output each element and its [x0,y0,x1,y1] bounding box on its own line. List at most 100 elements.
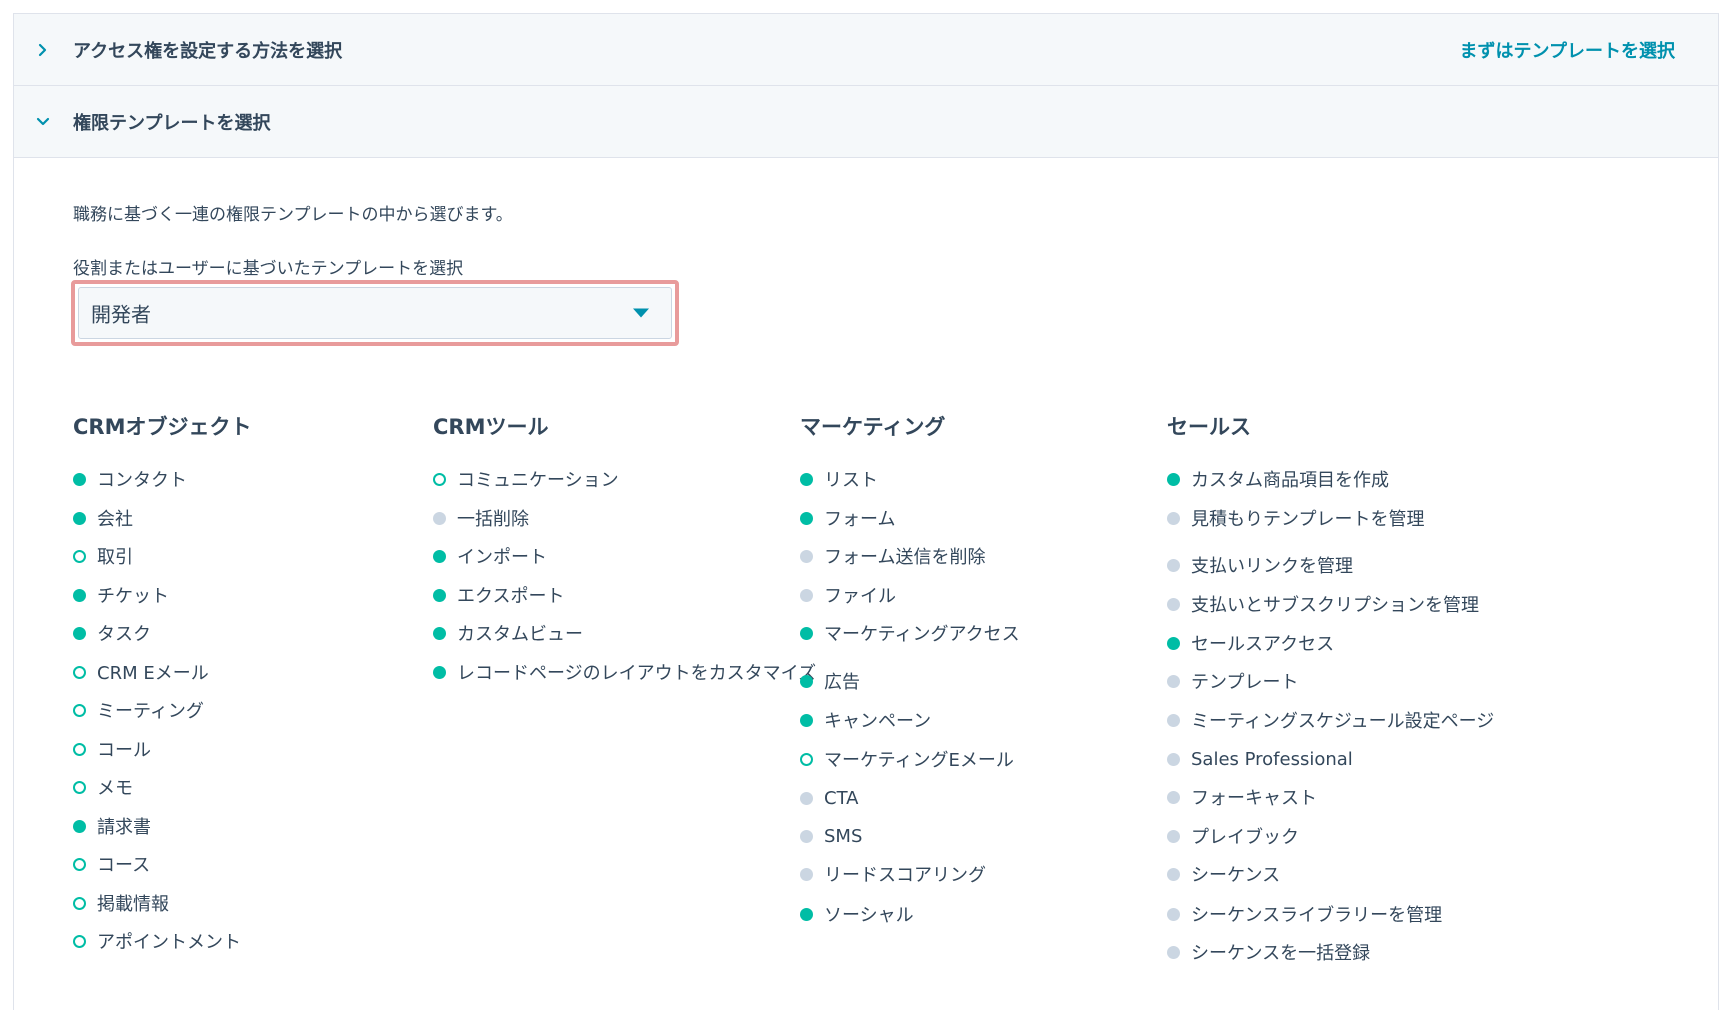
permission-item: 掲載情報 [73,891,169,915]
accordion-title: 権限テンプレートを選択 [73,112,271,134]
partial-access-dot-icon [73,665,86,679]
permission-label: Sales Professional [1191,748,1353,770]
permission-label: 広告 [824,672,860,693]
none-access-dot-icon [800,791,813,805]
none-access-dot-icon [1167,790,1180,804]
permission-label: シーケンスを一括登録 [1191,943,1371,964]
permission-label: CTA [824,787,859,809]
permission-item: コンタクト [73,467,187,491]
permission-item: エクスポート [433,583,564,607]
permission-label: ミーティング [97,701,204,722]
permission-item: テンプレート [1167,669,1298,693]
full-access-dot-icon [800,626,813,640]
partial-access-dot-icon [73,896,86,910]
permission-label: インポート [457,547,547,568]
full-access-dot-icon [1167,636,1180,650]
permission-item: ソーシャル [800,902,914,926]
full-access-dot-icon [800,907,813,921]
permission-label: CRM Eメール [97,663,209,684]
permission-column: マーケティング リスト フォーム フォーム送信を削除 ファイル マーケティングアクセス 広告… [800,412,1180,926]
permission-label: フォーム [824,509,896,530]
none-access-dot-icon [800,867,813,881]
chevron-right-icon [36,43,50,57]
template-select[interactable]: 開発者 [78,287,672,339]
partial-access-dot-icon [73,934,86,948]
none-access-dot-icon [1167,829,1180,843]
permission-item: Sales Professional [1167,747,1353,771]
permission-item: マーケティングEメール [800,747,1014,771]
none-access-dot-icon [800,829,813,843]
permissions-panel: アクセス権を設定する方法を選択 まずはテンプレートを選択 権限テンプレートを選択… [13,13,1719,1010]
permission-item: カスタムビュー [433,621,583,645]
permission-item: カスタム商品項目を作成 [1167,467,1389,491]
permission-item: タスク [73,621,151,645]
permission-item: 広告 [800,669,860,693]
permission-label: 見積もりテンプレートを管理 [1191,509,1425,530]
permission-item: ファイル [800,583,896,607]
permission-label: 請求書 [97,817,151,838]
permission-item: プレイブック [1167,824,1299,848]
column-title: CRMツール [433,415,549,439]
none-access-dot-icon [1167,597,1180,611]
full-access-dot-icon [800,674,813,688]
permission-item: インポート [433,544,547,568]
permission-item: フォーム [800,506,895,530]
column-title: セールス [1167,415,1251,439]
permission-label: セールスアクセス [1191,634,1335,655]
permission-item: コース [73,852,150,876]
full-access-dot-icon [433,626,446,640]
template-description: 職務に基づく一連の権限テンプレートの中から選びます。 [73,205,513,225]
full-access-dot-icon [1167,472,1180,486]
permission-item: アポイントメント [73,929,241,953]
partial-access-dot-icon [800,752,813,766]
permission-item: キャンペーン [800,708,931,732]
permission-label: エクスポート [457,586,565,607]
permission-label: 取引 [97,547,133,568]
none-access-dot-icon [1167,752,1180,766]
template-select-highlight: 開発者 [71,280,679,346]
permission-item: 請求書 [73,814,151,838]
full-access-dot-icon [433,665,446,679]
permission-label: フォーム送信を削除 [824,547,986,568]
permission-item: 見積もりテンプレートを管理 [1167,506,1424,530]
permission-label: プレイブック [1191,827,1299,848]
permission-item: 会社 [73,506,133,530]
permission-label: カスタムビュー [457,624,583,645]
permission-label: テンプレート [1191,672,1299,693]
permission-item: ミーティングスケジュール設定ページ [1167,708,1494,732]
permission-label: ミーティングスケジュール設定ページ [1191,711,1495,732]
partial-access-dot-icon [73,857,86,871]
none-access-dot-icon [1167,713,1180,727]
permission-item: 支払いとサブスクリプションを管理 [1167,592,1479,616]
permission-item: 支払いリンクを管理 [1167,553,1353,577]
permission-item: フォーキャスト [1167,785,1317,809]
permission-item: チケット [73,583,169,607]
permission-label: リードスコアリング [824,865,986,886]
permission-item: シーケンスライブラリーを管理 [1167,902,1442,926]
permission-item: CRM Eメール [73,660,209,684]
permission-item: セールスアクセス [1167,631,1334,655]
permission-label: シーケンス [1191,865,1281,886]
choose-template-link[interactable]: まずはテンプレートを選択 [1460,37,1675,63]
permission-item: シーケンスを一括登録 [1167,940,1370,964]
none-access-dot-icon [1167,558,1180,572]
full-access-dot-icon [73,626,86,640]
full-access-dot-icon [800,472,813,486]
permission-label: 会社 [97,509,133,530]
permission-label: 支払いリンクを管理 [1191,556,1353,577]
permission-item: コール [73,737,151,761]
partial-access-dot-icon [73,742,86,756]
permission-label: フォーキャスト [1191,788,1317,809]
permission-item: メモ [73,775,133,799]
full-access-dot-icon [73,472,86,486]
permission-label: マーケティングアクセス [824,624,1020,645]
permission-label: チケット [97,586,169,607]
permission-item: SMS [800,824,862,848]
template-select-label: 役割またはユーザーに基づいたテンプレートを選択 [73,259,464,279]
full-access-dot-icon [433,549,446,563]
permission-item: マーケティングアクセス [800,621,1020,645]
permission-item: ミーティング [73,698,204,722]
permission-label: アポイントメント [97,932,241,953]
accordion-template-select[interactable]: 権限テンプレートを選択 [14,86,1718,158]
accordion-access-method[interactable]: アクセス権を設定する方法を選択 まずはテンプレートを選択 [14,14,1718,86]
